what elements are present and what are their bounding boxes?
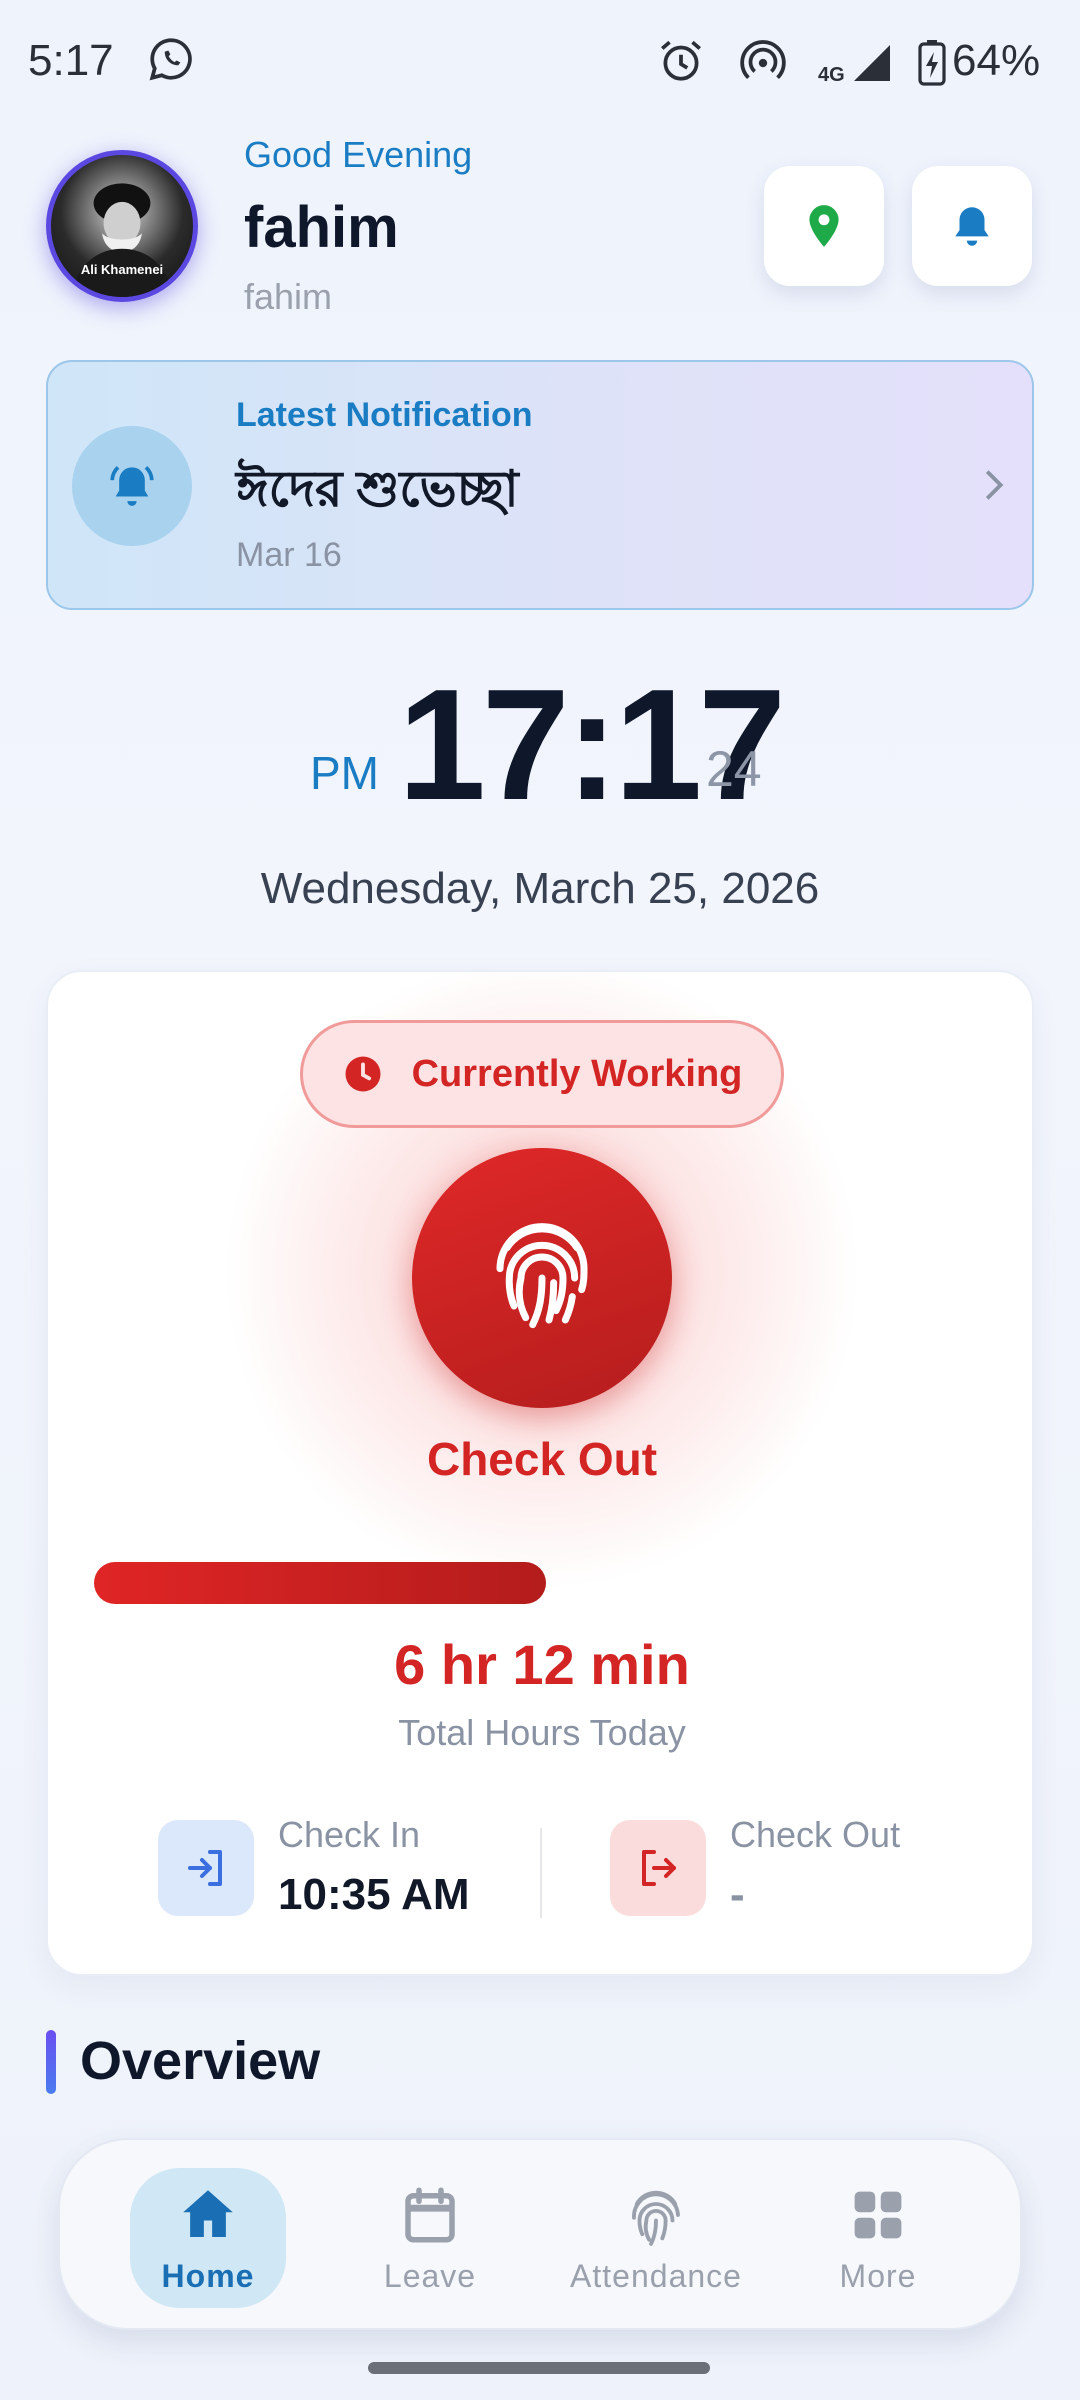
network-type: 4G	[818, 64, 845, 86]
working-status-text: Currently Working	[411, 1052, 743, 1095]
nav-leave-label: Leave	[383, 2258, 477, 2294]
attendance-card: Currently Working Check Out 6 hr 12 min …	[46, 970, 1034, 1976]
location-pin-icon	[809, 205, 839, 247]
check-out-button[interactable]	[412, 1148, 672, 1408]
total-hours-value: 6 hr 12 min	[394, 1633, 690, 1696]
battery-level: 64%	[952, 36, 1041, 85]
overview-accent-bar	[46, 2030, 56, 2094]
divider	[540, 1828, 542, 1918]
clock-ampm: PM	[310, 747, 379, 799]
notification-icon-badge	[72, 426, 192, 546]
status-bar: 5:17 4G 64%	[0, 0, 1080, 124]
signal-icon: 4G	[818, 45, 890, 86]
username: fahim	[244, 276, 333, 317]
notification-title: ঈদের শুভেচ্ছা	[236, 461, 519, 517]
bell-ring-icon	[110, 465, 154, 506]
nav-attendance[interactable]: Attendance	[556, 2168, 756, 2308]
check-out-label: Check Out	[426, 1433, 658, 1485]
nav-attendance-label: Attendance	[570, 2258, 742, 2294]
alarm-icon	[661, 40, 701, 81]
overview-heading: Overview	[80, 2031, 321, 2091]
check-out-time-label: Check Out	[730, 1814, 901, 1855]
check-out-time: -	[730, 1870, 745, 1919]
fingerprint-icon	[632, 2190, 680, 2246]
avatar-caption: Ali Khamenei	[80, 262, 164, 277]
check-in-icon-box	[158, 1820, 254, 1916]
check-in-time: 10:35 AM	[278, 1870, 470, 1919]
whatsapp-icon	[149, 38, 192, 81]
grid-icon	[854, 2191, 902, 2239]
clock-icon	[345, 1056, 381, 1092]
avatar[interactable]: Ali Khamenei	[46, 150, 198, 302]
user-name: fahim	[244, 195, 399, 260]
total-hours-label: Total Hours Today	[398, 1712, 686, 1753]
location-button[interactable]	[764, 166, 884, 286]
logout-icon	[642, 1850, 676, 1886]
nav-home-label: Home	[161, 2258, 255, 2294]
status-time: 5:17	[28, 36, 114, 85]
calendar-icon	[405, 2187, 455, 2243]
hotspot-icon	[740, 40, 786, 80]
chevron-right-icon	[985, 470, 1004, 500]
home-icon	[183, 2190, 233, 2237]
fingerprint-icon	[496, 1223, 588, 1329]
nav-leave[interactable]: Leave	[330, 2168, 530, 2308]
bottom-navigation: Home Leave Attendance More	[58, 2138, 1022, 2330]
check-in-label: Check In	[278, 1814, 421, 1855]
work-progress-fill	[94, 1562, 547, 1604]
working-status-badge: Currently Working	[300, 1020, 784, 1128]
home-indicator[interactable]	[368, 2362, 710, 2374]
nav-more-label: More	[839, 2258, 917, 2294]
notification-label: Latest Notification	[236, 396, 533, 434]
work-progress-bar	[94, 1562, 990, 1604]
check-out-icon-box	[610, 1820, 706, 1916]
clock-date: Wednesday, March 25, 2026	[260, 864, 820, 913]
login-icon	[188, 1850, 222, 1886]
greeting: Good Evening	[244, 134, 473, 175]
latest-notification-card[interactable]: Latest Notification ঈদের শুভেচ্ছা Mar 16	[46, 360, 1034, 610]
bell-icon	[955, 207, 989, 246]
notification-date: Mar 16	[236, 536, 342, 574]
nav-more[interactable]: More	[778, 2168, 978, 2308]
nav-home[interactable]: Home	[130, 2168, 286, 2308]
notifications-button[interactable]	[912, 166, 1032, 286]
clock-seconds: 24	[706, 741, 762, 797]
battery-icon	[918, 40, 946, 86]
